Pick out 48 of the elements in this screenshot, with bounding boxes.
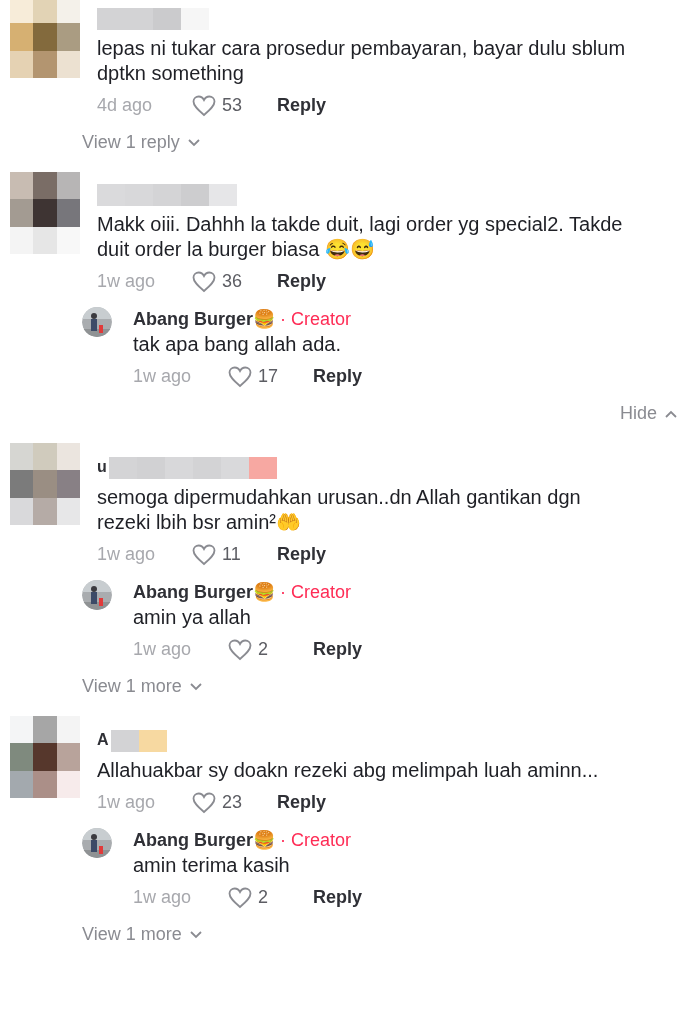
- like-count: 2: [258, 886, 268, 909]
- reply-button[interactable]: Reply: [313, 884, 363, 911]
- reply-text: amin ya allah: [133, 605, 252, 630]
- commenter-name[interactable]: A: [97, 728, 109, 752]
- heart-icon[interactable]: [192, 94, 216, 117]
- like-count: 36: [222, 270, 243, 293]
- creator-label: · Creator: [280, 308, 352, 331]
- creator-name[interactable]: Abang Burger🍔: [133, 580, 275, 604]
- comment-time: 1w ago: [133, 365, 193, 388]
- reply-button[interactable]: Reply: [277, 789, 327, 816]
- like-count: 2: [258, 638, 268, 661]
- creator-label: · Creator: [280, 829, 352, 852]
- comment-text: Makk oiii. Dahhh la takde duit, lagi order yg special2. Takde duit order la burger biasa 😂😅: [97, 212, 624, 262]
- reply-text: tak apa bang allah ada.: [133, 332, 342, 357]
- like-count: 23: [222, 791, 243, 814]
- reply-text: amin terima kasih: [133, 853, 291, 878]
- comment-text: Allahuakbar sy doakn rezeki abg melimpah luah aminn...: [97, 758, 600, 783]
- comment-time: 1w ago: [97, 270, 157, 293]
- like-count: 53: [222, 94, 243, 117]
- chevron-up-icon: [665, 409, 677, 418]
- reply-button[interactable]: Reply: [277, 541, 327, 568]
- heart-icon[interactable]: [228, 886, 252, 909]
- comment-time: 1w ago: [97, 543, 157, 566]
- redacted-name: [110, 730, 167, 752]
- comment-time: 1w ago: [133, 638, 193, 661]
- comment-time: 4d ago: [97, 94, 154, 117]
- reply-button[interactable]: Reply: [277, 92, 327, 119]
- heart-icon[interactable]: [192, 543, 216, 566]
- chevron-down-icon: [189, 682, 202, 691]
- like-count: 17: [258, 365, 279, 388]
- comment-text: semoga dipermudahkan urusan..dn Allah gantikan dgn rezeki lbih bsr amin²🤲: [97, 485, 582, 535]
- heart-icon[interactable]: [228, 638, 252, 661]
- like-count: 11: [222, 543, 241, 566]
- heart-icon[interactable]: [192, 791, 216, 814]
- reply-button[interactable]: Reply: [313, 636, 363, 663]
- comment-time: 1w ago: [133, 886, 193, 909]
- comment-time: 1w ago: [97, 791, 157, 814]
- chevron-down-icon: [187, 138, 200, 147]
- comment-text: lepas ni tukar cara prosedur pembayaran, bayar dulu sblum dptkn something: [97, 36, 627, 86]
- creator-name[interactable]: Abang Burger🍔: [133, 307, 275, 331]
- creator-name[interactable]: Abang Burger🍔: [133, 828, 275, 852]
- heart-icon[interactable]: [228, 365, 252, 388]
- creator-label: · Creator: [280, 581, 352, 604]
- heart-icon[interactable]: [192, 270, 216, 293]
- reply-button[interactable]: Reply: [313, 363, 363, 390]
- chevron-down-icon: [189, 930, 202, 939]
- commenter-name[interactable]: u: [97, 455, 107, 479]
- reply-button[interactable]: Reply: [277, 268, 327, 295]
